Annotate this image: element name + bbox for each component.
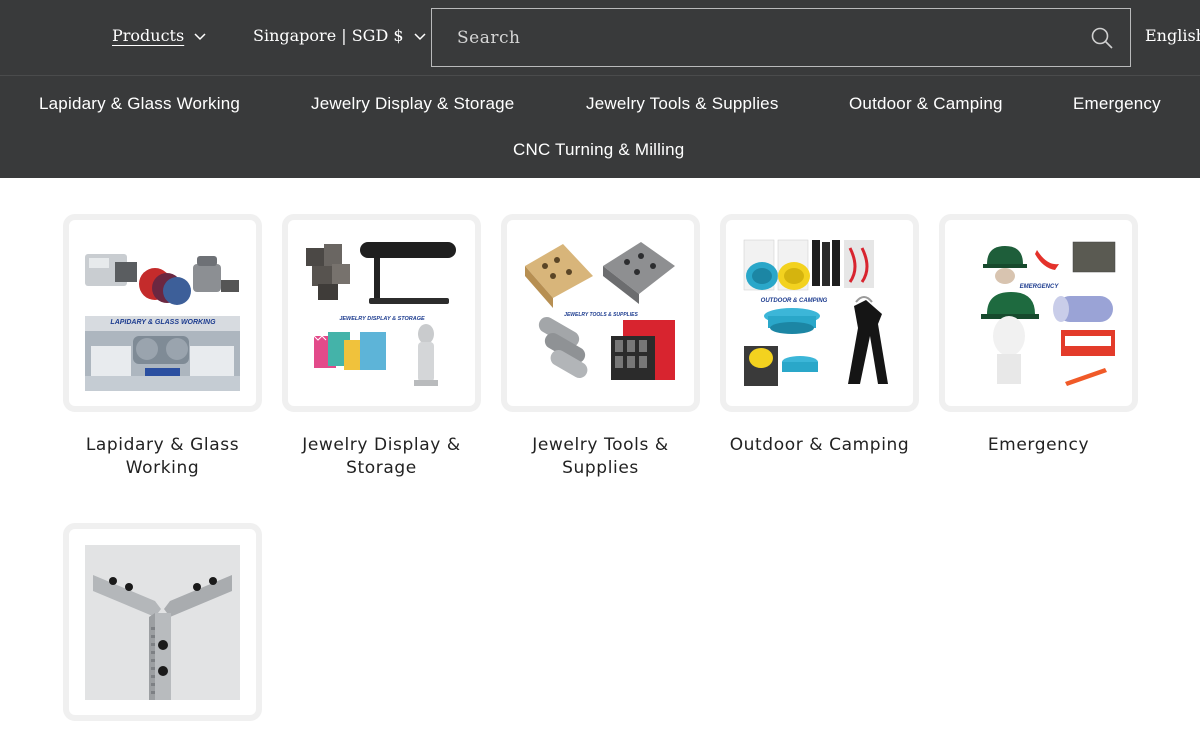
outdoor-image-caption: OUTDOOR & CAMPING [761,298,828,304]
search-box [431,8,1131,67]
lapidary-product-image: LAPIDARY & GLASS WORKING [85,236,240,391]
jewelry-tools-image-caption: JEWELRY TOOLS & SUPPLIES [564,312,638,318]
emergency-image-caption: EMERGENCY [1020,284,1060,290]
collection-title-outdoor[interactable]: Outdoor & Camping [720,434,919,457]
collection-title-jewelry-display[interactable]: Jewelry Display & Storage [282,434,481,480]
collection-title-emergency[interactable]: Emergency [939,434,1138,457]
category-nav-outdoor[interactable]: Outdoor & Camping [849,94,1003,114]
category-nav-emergency[interactable]: Emergency [1073,94,1161,114]
category-nav-lapidary[interactable]: Lapidary & Glass Working [39,94,240,114]
emergency-product-image: EMERGENCY [961,236,1116,391]
collection-title-lapidary[interactable]: Lapidary & Glass Working [63,434,262,480]
jewelry-tools-product-image: JEWELRY TOOLS & SUPPLIES [523,236,678,391]
category-nav-jewelry-display[interactable]: Jewelry Display & Storage [311,94,514,114]
collection-card-cnc[interactable] [63,523,262,721]
jewelry-display-product-image: JEWELRY DISPLAY & STORAGE [304,236,459,391]
collection-title-jewelry-tools[interactable]: Jewelry Tools & Supplies [501,434,700,480]
language-selector[interactable]: English [1145,26,1200,45]
collection-card-emergency[interactable]: EMERGENCY [939,214,1138,412]
category-nav: Lapidary & Glass Working Jewelry Display… [0,76,1200,178]
top-header: Products Singapore | SGD $ English [0,0,1200,76]
products-menu[interactable]: Products [112,26,208,45]
region-selector-label: Singapore | SGD $ [253,26,404,45]
collection-card-lapidary[interactable]: LAPIDARY & GLASS WORKING [63,214,262,412]
products-menu-label: Products [112,26,185,45]
collection-card-jewelry-display[interactable]: JEWELRY DISPLAY & STORAGE [282,214,481,412]
lapidary-image-caption: LAPIDARY & GLASS WORKING [110,319,216,326]
collection-card-outdoor[interactable]: OUTDOOR & CAMPING [720,214,919,412]
cnc-product-image [85,545,240,700]
outdoor-product-image: OUTDOOR & CAMPING [742,236,897,391]
collection-card-jewelry-tools[interactable]: JEWELRY TOOLS & SUPPLIES [501,214,700,412]
search-input[interactable] [432,9,1072,66]
chevron-down-icon [414,32,426,40]
jewelry-display-image-caption: JEWELRY DISPLAY & STORAGE [339,316,425,322]
search-icon[interactable] [1090,26,1114,50]
region-selector[interactable]: Singapore | SGD $ [253,26,428,45]
category-nav-jewelry-tools[interactable]: Jewelry Tools & Supplies [586,94,779,114]
category-nav-cnc[interactable]: CNC Turning & Milling [513,140,684,160]
chevron-down-icon [194,32,206,40]
